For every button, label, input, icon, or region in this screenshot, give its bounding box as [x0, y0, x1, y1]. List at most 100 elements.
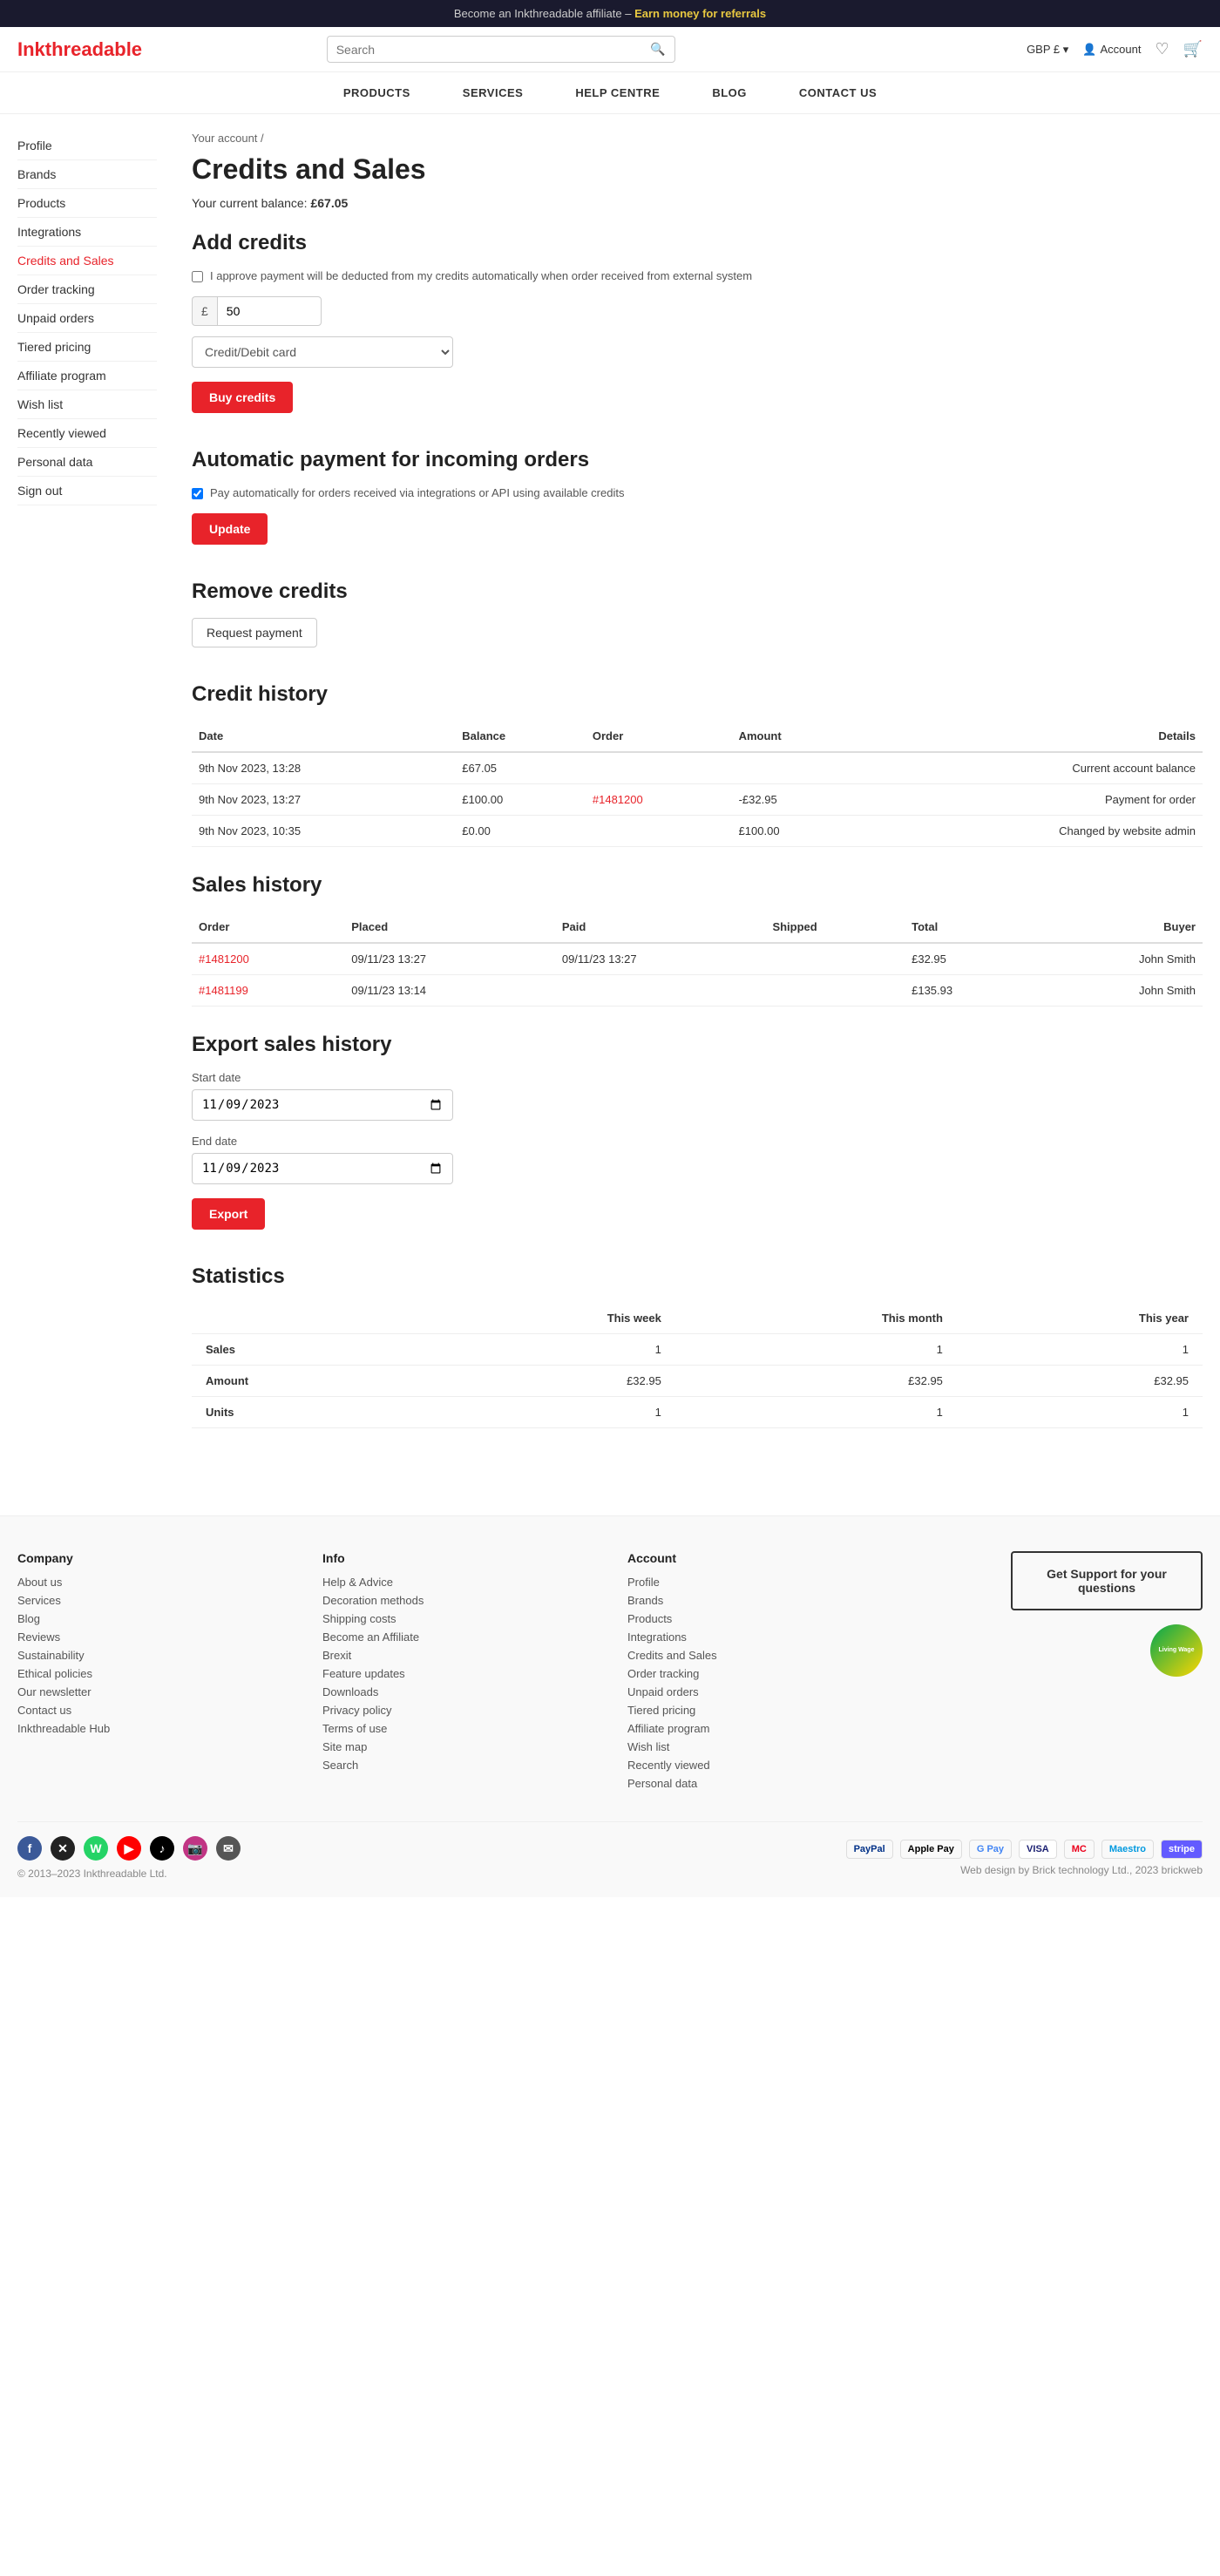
- account-link[interactable]: 👤 Account: [1082, 43, 1141, 57]
- auto-deduct-checkbox[interactable]: [192, 271, 203, 282]
- footer-info-help[interactable]: Help & Advice: [322, 1576, 593, 1589]
- facebook-icon[interactable]: f: [17, 1836, 42, 1861]
- footer-bottom-left: f ✕ W ▶ ♪ 📷 ✉ © 2013–2023 Inkthreadable …: [17, 1836, 241, 1880]
- footer-info-brexit[interactable]: Brexit: [322, 1649, 593, 1662]
- sh-total-1: £135.93: [905, 975, 1035, 1007]
- payment-method-select[interactable]: Credit/Debit card: [192, 336, 453, 368]
- footer-acc-profile[interactable]: Profile: [627, 1576, 898, 1589]
- footer-acc-affiliate[interactable]: Affiliate program: [627, 1722, 898, 1735]
- footer-link-reviews[interactable]: Reviews: [17, 1630, 288, 1644]
- amount-input-row: £: [192, 296, 366, 326]
- web-design-credit: Web design by Brick technology Ltd., 202…: [846, 1864, 1203, 1876]
- footer-link-about[interactable]: About us: [17, 1576, 288, 1589]
- end-date-input[interactable]: [192, 1153, 453, 1184]
- email-icon[interactable]: ✉: [216, 1836, 241, 1861]
- sidebar-item-recently-viewed[interactable]: Recently viewed: [17, 419, 157, 448]
- search-input[interactable]: [336, 43, 646, 57]
- nav-blog[interactable]: BLOG: [686, 72, 773, 113]
- sidebar-item-order-tracking[interactable]: Order tracking: [17, 275, 157, 304]
- footer-acc-personal[interactable]: Personal data: [627, 1777, 898, 1790]
- footer-link-services[interactable]: Services: [17, 1594, 288, 1607]
- logo[interactable]: Inkthreadable: [17, 38, 142, 61]
- sidebar-item-tiered-pricing[interactable]: Tiered pricing: [17, 333, 157, 362]
- sidebar-item-sign-out[interactable]: Sign out: [17, 477, 157, 505]
- banner-link[interactable]: Earn money for referrals: [634, 7, 766, 20]
- footer-acc-wishlist[interactable]: Wish list: [627, 1740, 898, 1753]
- instagram-icon[interactable]: 📷: [183, 1836, 207, 1861]
- tiktok-icon[interactable]: ♪: [150, 1836, 174, 1861]
- sidebar-item-credits-and-sales[interactable]: Credits and Sales: [17, 247, 157, 275]
- sh-col-order: Order: [192, 912, 344, 943]
- stats-label-units: Units: [192, 1397, 416, 1428]
- footer-link-contact[interactable]: Contact us: [17, 1704, 288, 1717]
- sidebar-item-brands[interactable]: Brands: [17, 160, 157, 189]
- footer-link-newsletter[interactable]: Our newsletter: [17, 1685, 288, 1698]
- footer-info-sitemap[interactable]: Site map: [322, 1740, 593, 1753]
- footer-link-blog[interactable]: Blog: [17, 1612, 288, 1625]
- footer-acc-unpaid[interactable]: Unpaid orders: [627, 1685, 898, 1698]
- amount-input[interactable]: [217, 296, 322, 326]
- footer-link-ethical[interactable]: Ethical policies: [17, 1667, 288, 1680]
- nav-services[interactable]: SERVICES: [437, 72, 550, 113]
- footer-info-decoration[interactable]: Decoration methods: [322, 1594, 593, 1607]
- footer-info-privacy[interactable]: Privacy policy: [322, 1704, 593, 1717]
- balance-value: £67.05: [310, 196, 348, 210]
- sh-total-0: £32.95: [905, 943, 1035, 975]
- sidebar-item-unpaid-orders[interactable]: Unpaid orders: [17, 304, 157, 333]
- youtube-icon[interactable]: ▶: [117, 1836, 141, 1861]
- sidebar-item-wish-list[interactable]: Wish list: [17, 390, 157, 419]
- nav-help-centre[interactable]: HELP CENTRE: [549, 72, 686, 113]
- footer-acc-brands[interactable]: Brands: [627, 1594, 898, 1607]
- export-button[interactable]: Export: [192, 1198, 265, 1230]
- footer-info-affiliate[interactable]: Become an Affiliate: [322, 1630, 593, 1644]
- google-pay-icon: G Pay: [969, 1840, 1012, 1859]
- remove-credits-heading: Remove credits: [192, 580, 1203, 604]
- update-button[interactable]: Update: [192, 513, 268, 545]
- sidebar-item-personal-data[interactable]: Personal data: [17, 448, 157, 477]
- wishlist-icon[interactable]: ♡: [1155, 40, 1169, 58]
- sh-placed-1: 09/11/23 13:14: [344, 975, 555, 1007]
- footer-acc-integrations[interactable]: Integrations: [627, 1630, 898, 1644]
- ch-details-1: Payment for order: [860, 784, 1203, 816]
- whatsapp-icon[interactable]: W: [84, 1836, 108, 1861]
- ch-balance-0: £67.05: [455, 752, 586, 784]
- footer-support-button[interactable]: Get Support for your questions: [1011, 1551, 1203, 1610]
- stats-month-sales: 1: [675, 1334, 957, 1366]
- footer-acc-credits[interactable]: Credits and Sales: [627, 1649, 898, 1662]
- sidebar-item-affiliate-program[interactable]: Affiliate program: [17, 362, 157, 390]
- start-date-input[interactable]: [192, 1089, 453, 1121]
- balance-label: Your current balance:: [192, 196, 308, 210]
- footer-info-downloads[interactable]: Downloads: [322, 1685, 593, 1698]
- cart-icon[interactable]: 🛒: [1183, 40, 1203, 58]
- banner-text: Become an Inkthreadable affiliate –: [454, 7, 634, 20]
- buy-credits-button[interactable]: Buy credits: [192, 382, 293, 413]
- footer: Company About us Services Blog Reviews S…: [0, 1515, 1220, 1897]
- sidebar-item-profile[interactable]: Profile: [17, 132, 157, 160]
- sidebar-item-products[interactable]: Products: [17, 189, 157, 218]
- twitter-icon[interactable]: ✕: [51, 1836, 75, 1861]
- footer-acc-tiered[interactable]: Tiered pricing: [627, 1704, 898, 1717]
- ch-amount-2: £100.00: [732, 816, 861, 847]
- footer-info-search[interactable]: Search: [322, 1759, 593, 1772]
- auto-payment-checkbox[interactable]: [192, 488, 203, 499]
- footer-info-terms[interactable]: Terms of use: [322, 1722, 593, 1735]
- page-container: Profile Brands Products Integrations Cre…: [0, 114, 1220, 1481]
- footer-copyright: © 2013–2023 Inkthreadable Ltd.: [17, 1868, 241, 1880]
- footer-info-shipping[interactable]: Shipping costs: [322, 1612, 593, 1625]
- footer-acc-order-tracking[interactable]: Order tracking: [627, 1667, 898, 1680]
- footer-acc-products[interactable]: Products: [627, 1612, 898, 1625]
- request-payment-button[interactable]: Request payment: [192, 618, 317, 647]
- order-link-1481200[interactable]: #1481200: [593, 793, 643, 806]
- sidebar-item-integrations[interactable]: Integrations: [17, 218, 157, 247]
- breadcrumb-parent[interactable]: Your account: [192, 132, 257, 145]
- currency-selector[interactable]: GBP £ ▾: [1027, 43, 1068, 57]
- footer-info-features[interactable]: Feature updates: [322, 1667, 593, 1680]
- nav-contact-us[interactable]: CONTACT US: [773, 72, 903, 113]
- footer-acc-recently[interactable]: Recently viewed: [627, 1759, 898, 1772]
- footer-link-sustainability[interactable]: Sustainability: [17, 1649, 288, 1662]
- footer-link-hub[interactable]: Inkthreadable Hub: [17, 1722, 288, 1735]
- sales-order-link-0[interactable]: #1481200: [199, 952, 249, 966]
- sales-order-link-1[interactable]: #1481199: [199, 984, 248, 997]
- nav-products[interactable]: PRODUCTS: [317, 72, 437, 113]
- search-bar[interactable]: 🔍: [327, 36, 675, 63]
